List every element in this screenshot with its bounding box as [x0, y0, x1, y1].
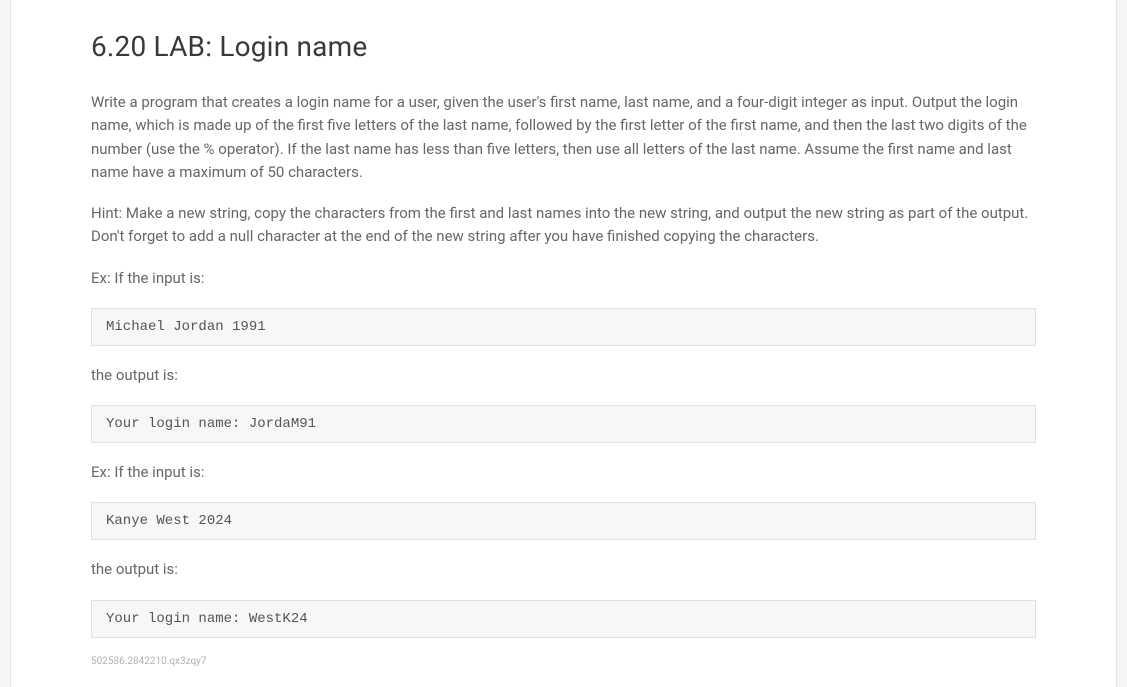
- example2-output-label: the output is:: [91, 558, 1036, 581]
- example1-output-label: the output is:: [91, 364, 1036, 387]
- example1-output-code: Your login name: JordaM91: [91, 405, 1036, 443]
- example1-intro: Ex: If the input is:: [91, 267, 1036, 290]
- example2-intro: Ex: If the input is:: [91, 461, 1036, 484]
- lab-content: 6.20 LAB: Login name Write a program tha…: [10, 0, 1117, 687]
- footer-identifier: 502586.2842210.qx3zqy7: [91, 656, 1036, 667]
- example2-input-code: Kanye West 2024: [91, 502, 1036, 540]
- example1-input-code: Michael Jordan 1991: [91, 308, 1036, 346]
- problem-description: Write a program that creates a login nam…: [91, 91, 1036, 184]
- lab-title: 6.20 LAB: Login name: [91, 30, 1036, 63]
- hint-paragraph: Hint: Make a new string, copy the charac…: [91, 202, 1036, 249]
- example2-output-code: Your login name: WestK24: [91, 600, 1036, 638]
